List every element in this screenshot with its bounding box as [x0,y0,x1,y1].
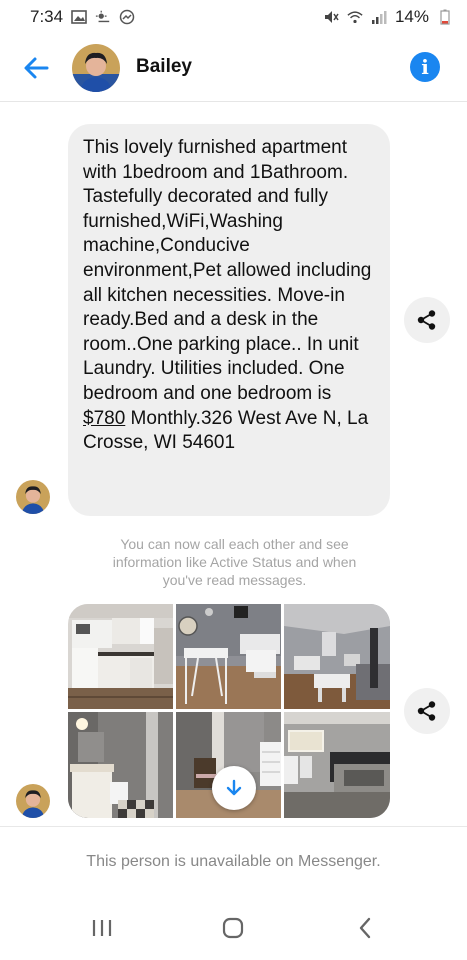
battery-percent: 14% [394,7,429,26]
share-icon [417,701,436,721]
system-message: You can now call each other and see info… [112,536,357,588]
wifi-icon [347,9,363,25]
sender-avatar[interactable] [16,784,50,818]
contact-avatar[interactable] [72,44,120,92]
message-text-end: Monthly.326 West Ave N, La Crosse, WI 54… [83,407,369,454]
photo-bathroom[interactable] [68,712,173,818]
share-photos-button[interactable] [404,688,450,734]
battery-icon [437,9,453,25]
back-arrow-icon[interactable] [20,52,52,84]
android-nav-bar [0,896,467,960]
chat-header: Bailey i [0,34,467,102]
share-button[interactable] [404,297,450,343]
status-bar: 7:34 14% [0,0,467,34]
photo-basement-living[interactable] [284,604,390,709]
share-icon [417,310,436,330]
mute-icon [323,9,339,25]
chevron-left-icon [359,917,371,939]
message-bubble[interactable]: This lovely furnished apartment with 1be… [68,124,390,516]
price-link[interactable]: $780 [83,408,125,429]
message-text: This lovely furnished apartment with 1be… [83,137,372,404]
photo-bedroom[interactable] [284,712,390,818]
recents-button[interactable] [84,912,120,944]
back-button[interactable] [347,912,383,944]
contact-name[interactable]: Bailey [136,56,192,78]
arrow-down-icon [226,779,242,796]
home-button[interactable] [215,912,251,944]
signal-icon [371,9,387,25]
photo-kitchen[interactable] [68,604,173,709]
home-icon [222,917,244,939]
gallery-icon [71,9,87,25]
scroll-down-button[interactable] [212,766,256,810]
recents-icon [92,920,112,936]
weather-icon [95,9,111,25]
messenger-icon [119,9,135,25]
sender-avatar[interactable] [16,480,50,514]
status-time: 7:34 [30,7,64,26]
photo-dining-living[interactable] [176,604,281,709]
composer-unavailable: This person is unavailable on Messenger. [0,826,467,897]
unavailable-text: This person is unavailable on Messenger. [86,853,381,870]
info-icon[interactable]: i [410,52,440,82]
